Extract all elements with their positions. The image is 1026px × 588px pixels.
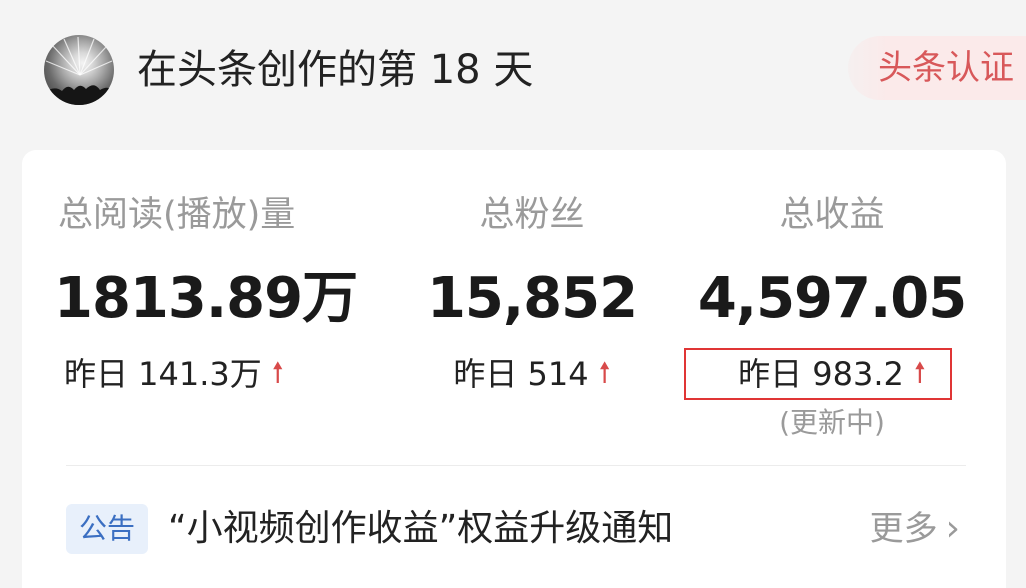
more-link-label: 更多 (869, 509, 938, 549)
stat-value: 1813.89万 (54, 266, 358, 331)
stat-label: 总收益 (779, 195, 885, 235)
stat-delta: 昨日 514 🠕 (382, 352, 682, 398)
announcement-row[interactable]: 公告 “小视频创作收益”权益升级通知 更多 › (22, 490, 1006, 570)
stat-value: 15,852 (426, 266, 638, 331)
stats-card: 总阅读(播放)量 1813.89万 昨日 141.3万 🠕 总粉丝 15,852 … (22, 150, 1006, 588)
arrow-up-icon: 🠕 (598, 356, 611, 389)
avatar-image (44, 36, 114, 105)
creator-days-title: 在头条创作的第 18 天 (137, 47, 534, 93)
certification-badge-label: 头条认证 (878, 48, 1014, 88)
avatar[interactable] (44, 35, 114, 105)
stat-value: 4,597.05 (697, 266, 967, 331)
announcement-tag: 公告 (66, 504, 148, 554)
earnings-highlight-box (684, 348, 952, 400)
stat-delta-text: 昨日 141.3万 (64, 355, 262, 393)
profile-header: 在头条创作的第 18 天 头条认证 (0, 0, 1026, 140)
stat-delta-text: 昨日 514 (453, 355, 589, 393)
stat-total-reads[interactable]: 总阅读(播放)量 1813.89万 昨日 141.3万 🠕 (54, 150, 358, 450)
stat-label: 总粉丝 (479, 195, 585, 235)
divider (66, 465, 966, 466)
earnings-updating-note: (更新中) (779, 406, 885, 439)
chevron-right-icon: › (945, 508, 960, 549)
more-link[interactable]: 更多 › (870, 504, 960, 554)
stat-label: 总阅读(播放)量 (58, 195, 296, 235)
arrow-up-icon: 🠕 (271, 356, 284, 389)
announcement-text[interactable]: “小视频创作收益”权益升级通知 (168, 504, 673, 554)
stat-delta: 昨日 141.3万 🠕 (64, 352, 364, 398)
certification-badge[interactable]: 头条认证 (848, 36, 1026, 100)
stat-total-followers[interactable]: 总粉丝 15,852 昨日 514 🠕 (382, 150, 682, 450)
